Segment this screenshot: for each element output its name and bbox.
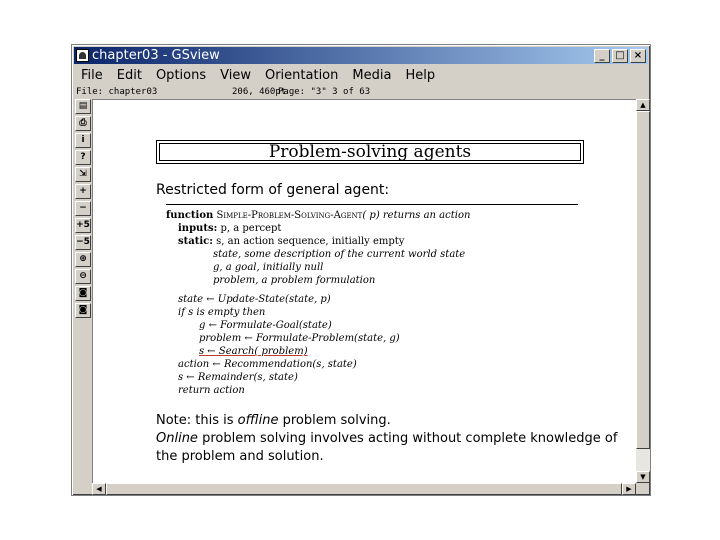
menu-help[interactable]: Help [398, 68, 442, 83]
scroll-up-icon[interactable]: ▲ [636, 99, 650, 111]
code-signature: ( p) returns an action [362, 210, 471, 221]
horizontal-scroll-thumb[interactable] [106, 483, 622, 495]
code-line-11: s ← Search( problem) [199, 346, 308, 357]
gsview-app-icon[interactable] [76, 49, 89, 62]
zoom-out-icon[interactable]: ⊖ [75, 269, 91, 284]
menu-view[interactable]: View [213, 68, 258, 83]
menu-edit[interactable]: Edit [110, 68, 149, 83]
print-icon[interactable]: ⎙ [75, 116, 91, 131]
code-line-10: problem ← Formulate-Problem(state, g) [199, 333, 400, 344]
code-keyword: static: [178, 236, 213, 247]
code-line-3: static: s, an action sequence, initially… [178, 236, 404, 247]
note-line-3: the problem and solution. [156, 449, 324, 464]
prev-page-icon[interactable]: − [75, 201, 91, 216]
document-view[interactable]: Problem-solving agents Restricted form o… [92, 99, 636, 483]
horizontal-scrollbar[interactable]: ◀ ▶ [92, 483, 636, 495]
slide-subtitle: Restricted form of general agent: [156, 182, 390, 198]
code-function-name: Simple-Problem-Solving-Agent [216, 210, 363, 221]
code-text: p, a percept [220, 223, 282, 234]
code-line-9: g ← Formulate-Goal(state) [199, 320, 332, 331]
note-emphasis: Online [156, 431, 198, 446]
code-line-14: return action [178, 385, 245, 396]
slide-title: Problem-solving agents [268, 142, 472, 162]
vertical-scroll-thumb[interactable] [636, 111, 650, 449]
scroll-left-icon[interactable]: ◀ [92, 483, 106, 495]
code-line-12: action ← Recommendation(s, state) [178, 359, 357, 370]
code-line-5: g, a goal, initially null [213, 262, 324, 273]
code-line-2: inputs: p, a percept [178, 223, 281, 234]
vertical-scrollbar[interactable]: ▲ ▼ [636, 99, 650, 483]
maximize-button[interactable]: □ [612, 48, 628, 63]
window-controls: _ □ × [594, 48, 646, 63]
find-next-icon[interactable]: ◙ [75, 303, 91, 318]
code-line-4: state, some description of the current w… [213, 249, 466, 260]
note-text: problem solving. [278, 413, 391, 428]
info-icon[interactable]: i [75, 133, 91, 148]
window-title: chapter03 - GSview [92, 48, 220, 63]
slide-title-box: Problem-solving agents [156, 140, 584, 164]
code-line-8: if s is empty then [178, 307, 266, 318]
note-line-2: Online problem solving involves acting w… [156, 431, 617, 446]
status-page: Page: "3" 3 of 63 [278, 87, 371, 97]
code-line-1: function Simple-Problem-Solving-Agent( p… [166, 210, 470, 221]
gsview-window: chapter03 - GSview _ □ × File Edit Optio… [71, 44, 651, 496]
zoom-in-icon[interactable]: ⊕ [75, 252, 91, 267]
code-line-13: s ← Remainder(s, state) [178, 372, 298, 383]
help-icon[interactable]: ? [75, 150, 91, 165]
goto-page-icon[interactable]: ⇲ [75, 167, 91, 182]
status-bar: File: chapter03 206, 460pt Page: "3" 3 o… [74, 86, 648, 99]
note-emphasis: offline [237, 413, 279, 428]
find-icon[interactable]: ◙ [75, 286, 91, 301]
skip-back-icon[interactable]: −5 [75, 235, 91, 250]
note-text: problem solving involves acting without … [197, 431, 618, 446]
open-icon[interactable]: ▤ [75, 99, 91, 114]
note-line-1: Note: this is offline problem solving. [156, 413, 391, 428]
menu-options[interactable]: Options [149, 68, 213, 83]
note-text: Note: this is [156, 413, 238, 428]
skip-forward-icon[interactable]: +5 [75, 218, 91, 233]
code-rule [166, 204, 578, 205]
scroll-right-icon[interactable]: ▶ [622, 483, 636, 495]
code-keyword: inputs: [178, 223, 218, 234]
title-bar[interactable]: chapter03 - GSview _ □ × [74, 47, 648, 64]
menu-media[interactable]: Media [345, 68, 398, 83]
close-button[interactable]: × [630, 48, 646, 63]
minimize-button[interactable]: _ [594, 48, 610, 63]
menu-orientation[interactable]: Orientation [258, 68, 345, 83]
menu-bar: File Edit Options View Orientation Media… [74, 65, 442, 85]
next-page-icon[interactable]: + [75, 184, 91, 199]
code-text: s, an action sequence, initially empty [216, 236, 405, 247]
status-file: File: chapter03 [76, 87, 158, 97]
scroll-down-icon[interactable]: ▼ [636, 471, 650, 483]
code-line-6: problem, a problem formulation [213, 275, 376, 286]
toolbar: ▤ ⎙ i ? ⇲ + − +5 −5 ⊕ ⊖ ◙ ◙ [74, 99, 92, 320]
menu-file[interactable]: File [74, 68, 110, 83]
code-line-7: state ← Update-State(state, p) [178, 294, 331, 305]
code-keyword: function [166, 210, 214, 221]
